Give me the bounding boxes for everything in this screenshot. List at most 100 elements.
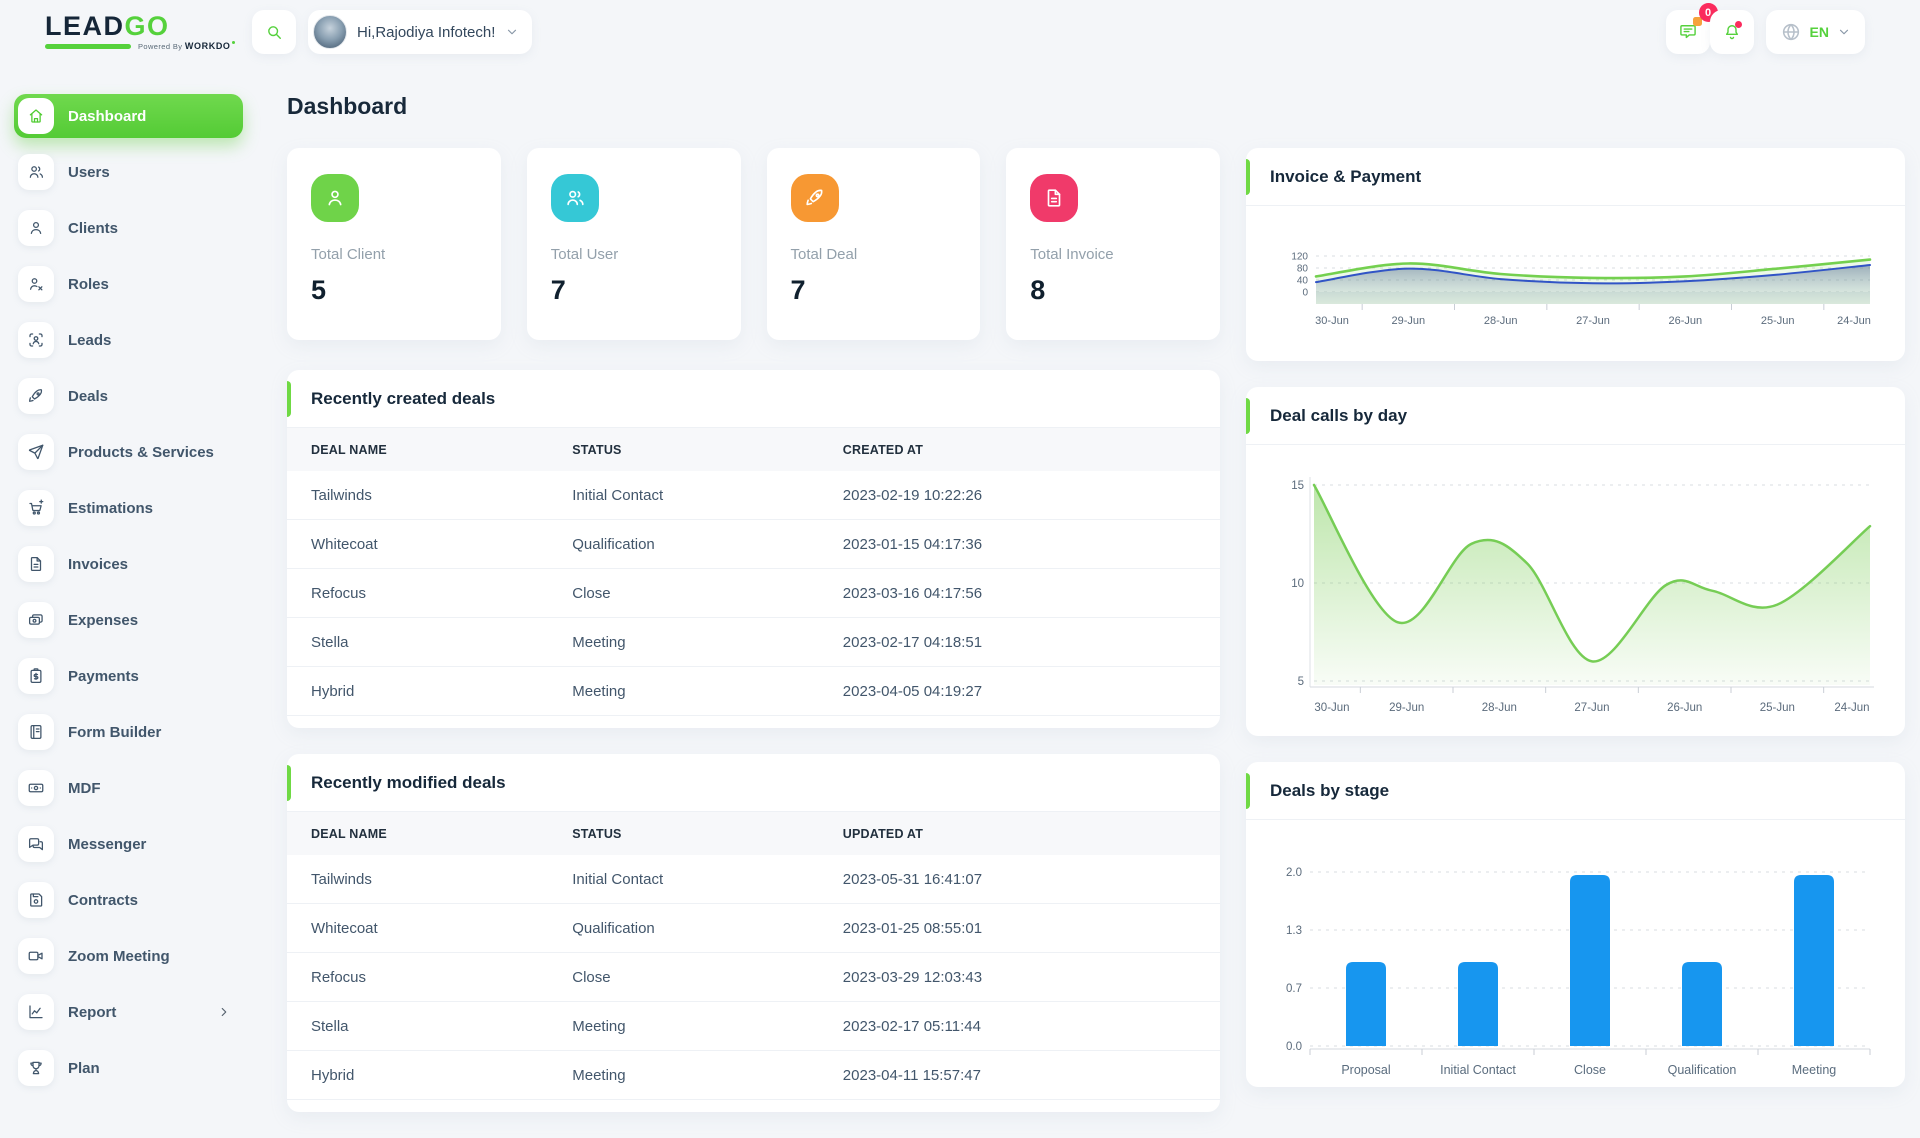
column-header: DEAL NAME [287, 812, 548, 855]
table-header-row: DEAL NAMESTATUSUPDATED AT [287, 812, 1220, 855]
svg-text:26-Jun: 26-Jun [1669, 315, 1703, 327]
svg-text:28-Jun: 28-Jun [1484, 315, 1518, 327]
bar-close [1570, 875, 1610, 1046]
card-title: Deal calls by day [1270, 406, 1407, 426]
sidebar: Dashboard Users Clients Roles Leads Deals Prod… [0, 58, 250, 1138]
chevron-down-icon [1837, 25, 1851, 39]
svg-text:Qualification: Qualification [1668, 1063, 1737, 1077]
card-accent-bar [287, 765, 291, 801]
svg-text:0.7: 0.7 [1286, 983, 1302, 995]
chevron-right-icon [217, 1005, 231, 1019]
svg-text:27-Jun: 27-Jun [1574, 702, 1609, 714]
invoice-icon [1030, 174, 1078, 222]
table-cell: Hybrid [287, 667, 548, 716]
table-cell: Meeting [548, 618, 819, 667]
svg-text:10: 10 [1291, 578, 1304, 590]
sidebar-item-products-services[interactable]: Products & Services [14, 430, 243, 474]
table-cell: 2023-02-17 05:11:44 [819, 1002, 1220, 1051]
logo-underline [45, 44, 131, 49]
cart-icon [27, 499, 45, 517]
table-header-row: DEAL NAMESTATUSCREATED AT [287, 428, 1220, 471]
table-cell: 2023-04-11 15:57:47 [819, 1051, 1220, 1100]
table-cell: Meeting [548, 1002, 819, 1051]
payment-icon [27, 667, 45, 685]
sidebar-item-label: MDF [68, 780, 101, 797]
client-icon [311, 174, 359, 222]
sidebar-item-leads[interactable]: Leads [14, 318, 243, 362]
sidebar-item-deals[interactable]: Deals [14, 374, 243, 418]
main-content: Dashboard Total Client5Total User7Total … [250, 58, 1920, 1138]
svg-text:26-Jun: 26-Jun [1667, 702, 1702, 714]
svg-text:27-Jun: 27-Jun [1576, 315, 1610, 327]
svg-text:24-Jun: 24-Jun [1837, 315, 1871, 327]
svg-text:80: 80 [1297, 264, 1309, 275]
recently-modified-deals-card: Recently modified deals DEAL NAMESTATUSUP… [287, 754, 1220, 1112]
table-cell: 2023-02-17 04:18:51 [819, 618, 1220, 667]
table-cell: Whitecoat [287, 904, 548, 953]
card-header: Deals by stage [1246, 762, 1905, 820]
stat-card-row: Total Client5Total User7Total Deal7Total… [287, 148, 1220, 340]
page-layout: Dashboard Users Clients Roles Leads Deals Prod… [0, 58, 1920, 1138]
search-icon [264, 22, 284, 42]
sidebar-item-label: Deals [68, 388, 108, 405]
brand-logo[interactable]: LEADGO Powered By WORKDO [45, 13, 252, 51]
svg-text:29-Jun: 29-Jun [1389, 702, 1424, 714]
user-menu[interactable]: Hi,Rajodiya Infotech! [308, 10, 532, 54]
client-icon [27, 219, 45, 237]
powered-by-brand: WORKDO [185, 41, 231, 51]
video-icon [27, 947, 45, 965]
sidebar-item-payments[interactable]: Payments [14, 654, 243, 698]
search-button[interactable] [252, 10, 296, 54]
card-title: Recently modified deals [311, 773, 506, 793]
table-cell: Close [548, 569, 819, 618]
svg-text:29-Jun: 29-Jun [1392, 315, 1426, 327]
deal-calls-chart: 1510530-Jun29-Jun28-Jun27-Jun26-Jun25-Ju… [1246, 445, 1905, 736]
stat-card-total-user: Total User7 [527, 148, 741, 340]
sidebar-item-mdf[interactable]: MDF [14, 766, 243, 810]
column-header: STATUS [548, 428, 819, 471]
sidebar-item-invoices[interactable]: Invoices [14, 542, 243, 586]
page-title: Dashboard [287, 90, 1905, 122]
expense-icon [27, 611, 45, 629]
svg-text:2.0: 2.0 [1286, 867, 1302, 879]
sidebar-item-report[interactable]: Report [14, 990, 243, 1034]
table-row: RefocusClose2023-03-16 04:17:56 [287, 569, 1220, 618]
table-cell: Whitecoat [287, 520, 548, 569]
table-row: WhitecoatQualification2023-01-25 08:55:0… [287, 904, 1220, 953]
logo-wordmark: LEADGO [45, 13, 252, 39]
svg-text:Proposal: Proposal [1341, 1063, 1390, 1077]
sidebar-item-dashboard[interactable]: Dashboard [14, 94, 243, 138]
invoice-icon [27, 555, 45, 573]
stat-label: Total User [551, 246, 717, 263]
sidebar-item-contracts[interactable]: Contracts [14, 878, 243, 922]
table-cell: 2023-05-31 16:41:07 [819, 855, 1220, 904]
powered-by-text: Powered By [138, 42, 182, 51]
stat-card-total-client: Total Client5 [287, 148, 501, 340]
content-grid: Total Client5Total User7Total Deal7Total… [287, 148, 1905, 1138]
notifications-button[interactable] [1710, 10, 1754, 54]
lead-icon [27, 331, 45, 349]
sidebar-item-estimations[interactable]: Estimations [14, 486, 243, 530]
table-row: HybridMeeting2023-04-05 04:19:27 [287, 667, 1220, 716]
sidebar-item-users[interactable]: Users [14, 150, 243, 194]
sidebar-item-messenger[interactable]: Messenger [14, 822, 243, 866]
language-selector[interactable]: EN [1766, 10, 1865, 54]
svg-text:30-Jun: 30-Jun [1314, 702, 1349, 714]
sidebar-item-plan[interactable]: Plan [14, 1046, 243, 1090]
messages-button[interactable]: 0 [1666, 10, 1710, 54]
notification-dot [1735, 21, 1742, 28]
table-cell: 2023-04-05 04:19:27 [819, 667, 1220, 716]
svg-text:Close: Close [1574, 1063, 1606, 1077]
sidebar-item-clients[interactable]: Clients [14, 206, 243, 250]
table-cell: Tailwinds [287, 855, 548, 904]
sidebar-item-expenses[interactable]: Expenses [14, 598, 243, 642]
svg-text:25-Jun: 25-Jun [1760, 702, 1795, 714]
card-title: Deals by stage [1270, 781, 1389, 801]
sidebar-item-form-builder[interactable]: Form Builder [14, 710, 243, 754]
card-accent-bar [1246, 159, 1250, 195]
svg-text:15: 15 [1291, 480, 1304, 492]
invoice-payment-card: Invoice & Payment1208040030-Jun29-Jun28-… [1246, 148, 1905, 361]
powered-by-label: Powered By WORKDO [138, 41, 235, 51]
sidebar-item-zoom-meeting[interactable]: Zoom Meeting [14, 934, 243, 978]
sidebar-item-roles[interactable]: Roles [14, 262, 243, 306]
